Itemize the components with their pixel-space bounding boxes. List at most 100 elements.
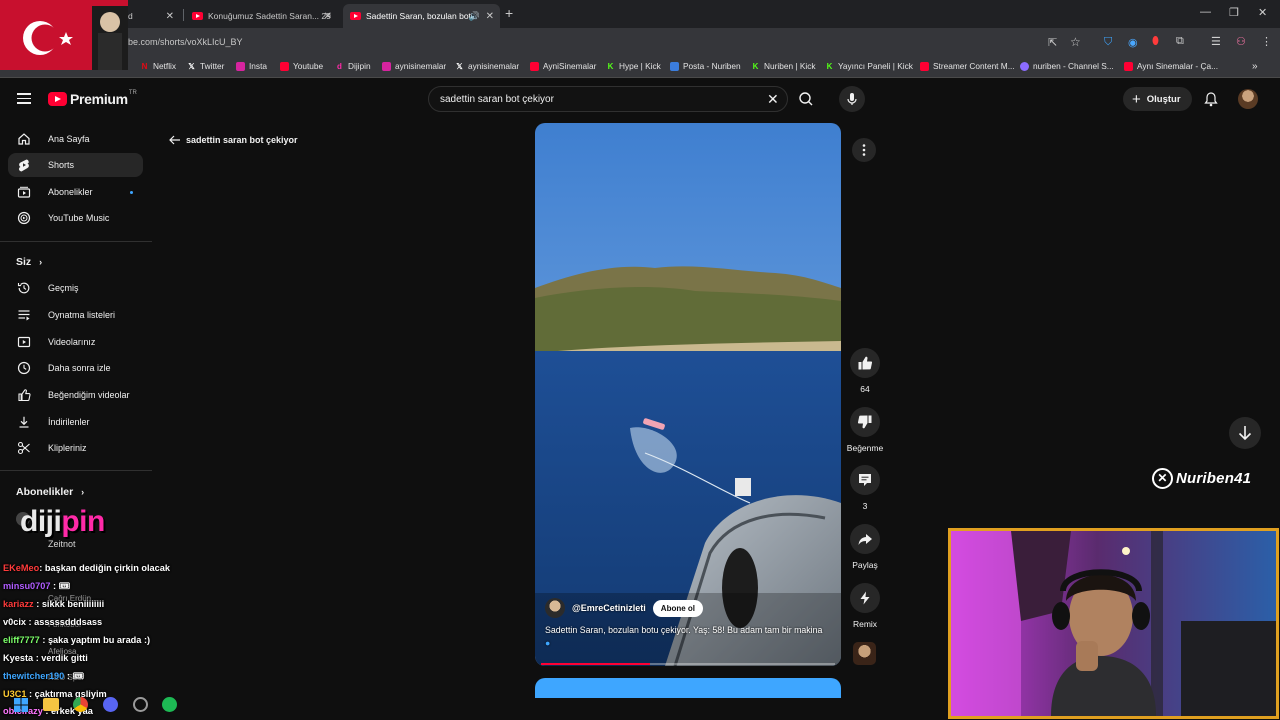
sidebar-item-subscriptions[interactable]: Abonelikler — [8, 180, 143, 204]
minimize-icon[interactable]: — — [1200, 6, 1211, 18]
chat-username: thewitcher190 — [3, 671, 65, 681]
menu-icon[interactable] — [17, 93, 31, 104]
youtube-premium-logo[interactable]: Premium TR — [48, 90, 137, 107]
browser-tab-active[interactable]: Sadettin Saran, bozulan bot 🔊 ✕ — [343, 4, 500, 28]
file-explorer-icon[interactable] — [43, 698, 59, 711]
close-window-icon[interactable]: ✕ — [1258, 6, 1267, 19]
remix-action[interactable]: Remix — [849, 583, 881, 629]
channel-avatar[interactable] — [545, 598, 565, 618]
windows-start-icon[interactable] — [14, 698, 28, 712]
search-input[interactable]: sadettin saran bot çekiyor — [440, 94, 554, 105]
bookmark-twitter[interactable]: 𝕏 Twitter — [187, 61, 224, 71]
clock-icon — [17, 361, 31, 375]
bookmark-streamer-content[interactable]: Streamer Content M... — [920, 61, 1015, 71]
chat-message: eliff7777 : şaka yaptım bu arada :) — [3, 635, 150, 645]
speaker-icon[interactable]: 🔊 — [469, 11, 480, 22]
like-action[interactable]: 64 — [849, 348, 881, 394]
sidebar-item-youtube-music[interactable]: YouTube Music — [8, 206, 143, 230]
back-to-results[interactable]: sadettin saran bot çekiyor — [168, 134, 298, 146]
close-tab-icon[interactable]: ✕ — [324, 11, 332, 22]
sidebar-section-subscriptions[interactable]: Abonelikler › — [16, 486, 84, 498]
sidebar-item-watch-later[interactable]: Daha sonra izle — [8, 356, 143, 380]
extensions-puzzle-icon[interactable]: ⧉ — [1176, 35, 1184, 48]
video-progress-bar[interactable] — [541, 663, 835, 665]
sidebar-item-shorts[interactable]: Shorts — [8, 153, 143, 177]
sidebar-item-home[interactable]: Ana Sayfa — [8, 127, 143, 151]
bookmark-star-icon[interactable]: ☆ — [1070, 35, 1081, 49]
share-action[interactable]: Paylaş — [849, 524, 881, 570]
chrome-icon[interactable] — [73, 697, 88, 712]
bookmark-hype-kick[interactable]: K Hype | Kick — [606, 61, 661, 71]
extension-shield-icon[interactable]: ⛉ — [1104, 36, 1112, 49]
subscribe-button[interactable]: Abone ol — [652, 599, 704, 617]
extension-globe-icon[interactable]: ◉ — [1128, 36, 1138, 49]
profile-icon[interactable]: ⚇ — [1236, 35, 1246, 48]
close-tab-icon[interactable]: ✕ — [486, 11, 494, 22]
sidebar-item-your-videos[interactable]: Videolarınız — [8, 330, 143, 354]
create-label: Oluştur — [1146, 93, 1181, 105]
spotify-icon[interactable] — [162, 697, 177, 712]
chat-username: kariazz — [3, 599, 34, 609]
youtube-favicon-icon — [192, 12, 203, 20]
bookmark-nuriben-channel[interactable]: nuriben - Channel S... — [1020, 61, 1114, 71]
bookmark-aynisinemalar-yt[interactable]: AyniSinemalar — [530, 61, 596, 71]
voice-search-button[interactable] — [839, 86, 865, 112]
bookmark-label: Dijipin — [348, 61, 371, 71]
sidebar-item-liked-videos[interactable]: Beğendiğim videolar — [8, 383, 143, 407]
sidebar-item-history[interactable]: Geçmiş — [8, 276, 143, 300]
bookmark-nuriben-kick[interactable]: K Nuriben | Kick — [751, 61, 816, 71]
bookmark-aynisinemalar[interactable]: aynisinemalar — [382, 61, 446, 71]
account-avatar[interactable] — [1238, 89, 1258, 109]
next-short-button[interactable] — [1229, 417, 1261, 449]
subscription-item-zeitnot[interactable]: Zeitnot — [48, 539, 76, 549]
sidebar-item-clips[interactable]: Klipleriniz — [8, 436, 143, 460]
search-box[interactable]: sadettin saran bot çekiyor ✕ — [428, 86, 788, 112]
address-bar[interactable]: be.com/shorts/voXkLIcU_BY — [128, 37, 243, 47]
browser-menu-icon[interactable]: ⋮ — [1261, 35, 1272, 48]
maximize-icon[interactable]: ❐ — [1229, 6, 1239, 19]
dislike-button[interactable] — [850, 407, 880, 437]
more-bookmarks-icon[interactable]: » — [1252, 61, 1258, 72]
chat-message: kariazz : sikkk beniiiiiiii — [3, 599, 104, 609]
sidebar-item-playlists[interactable]: Oynatma listeleri — [8, 303, 143, 327]
bookmark-youtube[interactable]: Youtube — [280, 61, 323, 71]
chat-text: : asssssdddsass — [26, 617, 103, 627]
extension-red-icon[interactable]: ⬮ — [1152, 35, 1159, 48]
channel-name[interactable]: @EmreCetinizleti — [572, 603, 646, 613]
chat-message: thewitcher190 : 🎟 — [3, 671, 84, 682]
remix-button[interactable] — [850, 583, 880, 613]
browser-tab[interactable]: d ✕ — [128, 4, 180, 28]
install-app-icon[interactable]: ⇱ — [1048, 36, 1057, 49]
reading-list-icon[interactable]: ☰ — [1211, 35, 1221, 48]
obs-icon[interactable] — [133, 697, 148, 712]
sound-source-thumbnail[interactable] — [853, 642, 876, 665]
like-button[interactable] — [850, 348, 880, 378]
kick-icon: K — [826, 61, 833, 71]
bookmark-insta[interactable]: Insta — [236, 61, 267, 71]
create-button[interactable]: + Oluştur — [1123, 87, 1192, 111]
new-tab-icon[interactable]: + — [505, 5, 513, 21]
sidebar-item-downloads[interactable]: İndirilenler — [8, 410, 143, 434]
clear-search-icon[interactable]: ✕ — [767, 91, 779, 108]
bookmark-aynisinemalar-x[interactable]: 𝕏aynisinemalar — [455, 61, 519, 71]
taskbar — [0, 694, 190, 716]
bookmark-netflix[interactable]: N Netflix — [140, 61, 176, 71]
bookmark-ayni-sinemalar[interactable]: Aynı Sinemalar - Ça... — [1124, 61, 1218, 71]
bookmark-posta[interactable]: Posta - Nuriben — [670, 61, 741, 71]
comments-button[interactable] — [850, 465, 880, 495]
more-options-button[interactable] — [852, 138, 876, 162]
sidebar-section-you[interactable]: Siz › — [16, 256, 42, 268]
search-button[interactable] — [794, 88, 818, 110]
short-video-player[interactable] — [535, 123, 841, 666]
next-short-preview[interactable] — [535, 678, 841, 698]
discord-icon[interactable] — [103, 697, 118, 712]
browser-tab[interactable]: Konuğumuz Sadettin Saran... 29 ✕ — [190, 4, 338, 28]
comments-action[interactable]: 3 — [849, 465, 881, 511]
bookmark-dijipin[interactable]: d Dijipin — [335, 61, 371, 71]
chat-username: eliff7777 — [3, 635, 40, 645]
bookmark-yayinci-paneli[interactable]: K Yayıncı Paneli | Kick — [825, 61, 913, 71]
share-button[interactable] — [850, 524, 880, 554]
notifications-button[interactable] — [1203, 91, 1219, 112]
dislike-action[interactable]: Beğenme — [847, 407, 883, 453]
close-tab-icon[interactable]: ✕ — [166, 11, 174, 22]
